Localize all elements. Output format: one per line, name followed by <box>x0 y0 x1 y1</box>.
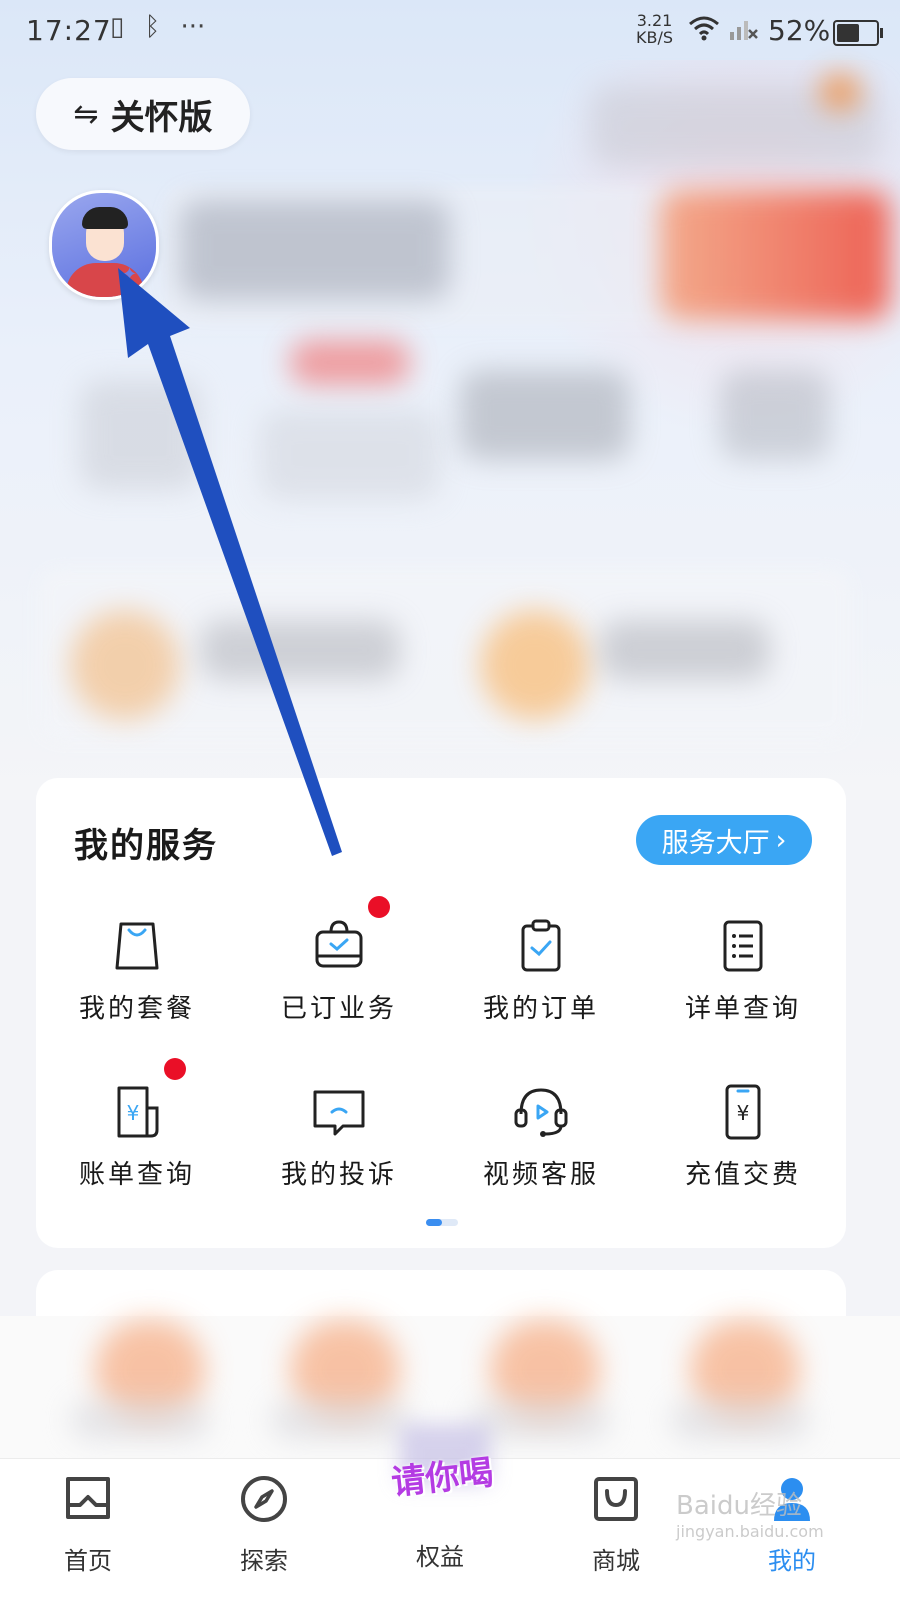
service-bill-query[interactable]: ¥ 账单查询 <box>36 1054 238 1214</box>
service-video-support[interactable]: 视频客服 <box>440 1054 642 1214</box>
blurred-item-text-2 <box>270 1400 410 1440</box>
battery-percent: 52% <box>768 14 831 47</box>
care-mode-button[interactable]: ⇋ 关怀版 <box>36 78 250 150</box>
wifi-icon <box>688 14 720 49</box>
phone-yuan-icon: ¥ <box>725 1084 761 1140</box>
blurred-badge <box>820 74 860 110</box>
bluetooth-icon: ᛒ <box>144 12 161 42</box>
blurred-username <box>180 200 450 300</box>
service-my-plan[interactable]: 我的套餐 <box>36 888 238 1048</box>
blurred-promo-banner <box>660 190 890 320</box>
service-label: 我的套餐 <box>78 994 195 1024</box>
blurred-balance-text-1 <box>200 620 400 680</box>
service-my-orders[interactable]: 我的订单 <box>440 888 642 1048</box>
net-speed-unit: KB/S <box>636 28 674 47</box>
service-label: 详单查询 <box>684 994 801 1024</box>
tab-label: 我的 <box>768 1547 816 1575</box>
status-bar: 17:27 ▯ ᛒ ··· 3.21 KB/S 52% <box>0 0 900 64</box>
tab-label: 权益 <box>416 1543 464 1571</box>
blurred-stat-1 <box>80 380 200 490</box>
watermark: Baidu经验 <box>676 1491 802 1521</box>
blurred-stat-3 <box>460 370 630 460</box>
message-bubble-icon <box>313 1090 365 1136</box>
tab-explore[interactable]: 探索 <box>204 1473 324 1576</box>
shop-bag-icon <box>594 1477 638 1521</box>
blurred-item-text-1 <box>70 1400 210 1440</box>
shopping-bag-icon <box>115 922 159 970</box>
tab-home[interactable]: 首页 <box>28 1473 148 1576</box>
service-label: 我的投诉 <box>280 1160 397 1190</box>
service-label: 我的订单 <box>482 994 599 1024</box>
tab-label: 商城 <box>592 1547 640 1575</box>
watermark-url: jingyan.baidu.com <box>676 1522 824 1541</box>
net-speed: 3.21 KB/S <box>636 12 673 46</box>
swap-arrows-icon: ⇋ <box>73 96 99 132</box>
list-document-icon <box>723 920 763 972</box>
service-label: 已订业务 <box>280 994 397 1024</box>
badge-dot <box>164 1058 186 1080</box>
svg-text:¥: ¥ <box>737 1101 750 1125</box>
avatar-level-icon: ✦ <box>122 264 138 285</box>
status-time: 17:27 <box>26 14 112 47</box>
blurred-stat-4 <box>720 370 830 460</box>
care-mode-label: 关怀版 <box>110 97 213 138</box>
blurred-stat-2 <box>260 410 440 500</box>
status-left-icons: ▯ ᛒ ··· <box>110 12 217 42</box>
headset-video-icon <box>514 1088 568 1137</box>
blurred-balance-icon-1 <box>70 610 180 720</box>
tab-label: 首页 <box>64 1547 112 1575</box>
service-label: 视频客服 <box>482 1160 599 1190</box>
service-hall-button[interactable]: 服务大厅 › <box>636 815 812 865</box>
service-subscribed[interactable]: 已订业务 <box>238 888 440 1048</box>
page-indicator <box>426 1219 458 1226</box>
blurred-tag <box>290 340 410 385</box>
clipboard-check-icon <box>521 919 561 972</box>
more-dots-icon: ··· <box>180 12 206 42</box>
service-hall-label: 服务大厅 <box>661 827 770 859</box>
briefcase-check-icon <box>315 920 363 968</box>
service-my-complaints[interactable]: 我的投诉 <box>238 1054 440 1214</box>
bill-yuan-icon: ¥ <box>117 1086 159 1138</box>
tab-mall[interactable]: 商城 <box>556 1473 676 1576</box>
blurred-item-text-4 <box>670 1400 810 1440</box>
home-icon <box>66 1477 110 1519</box>
battery-icon <box>833 20 883 46</box>
services-title: 我的服务 <box>74 826 218 866</box>
signal-off-icon <box>728 16 758 48</box>
blurred-item-text-3 <box>470 1400 610 1440</box>
blurred-balance-icon-2 <box>480 610 590 720</box>
avatar[interactable] <box>49 190 159 300</box>
chevron-right-icon: › <box>775 824 787 856</box>
compass-icon <box>241 1476 287 1522</box>
service-label: 充值交费 <box>684 1160 801 1190</box>
vibrate-icon: ▯ <box>110 12 125 42</box>
service-detail-query[interactable]: 详单查询 <box>642 888 844 1048</box>
my-services-card: 我的服务 服务大厅 › 我的套餐 已订业务 我的订单 详单查询 ¥ 账单查询 我… <box>36 778 846 1248</box>
service-recharge[interactable]: ¥ 充值交费 <box>642 1054 844 1214</box>
svg-text:¥: ¥ <box>127 1101 140 1125</box>
blurred-balance-text-2 <box>600 620 770 680</box>
tab-label: 探索 <box>240 1547 288 1575</box>
net-speed-value: 3.21 <box>636 11 673 30</box>
service-label: 账单查询 <box>78 1160 195 1190</box>
badge-dot <box>368 896 390 918</box>
